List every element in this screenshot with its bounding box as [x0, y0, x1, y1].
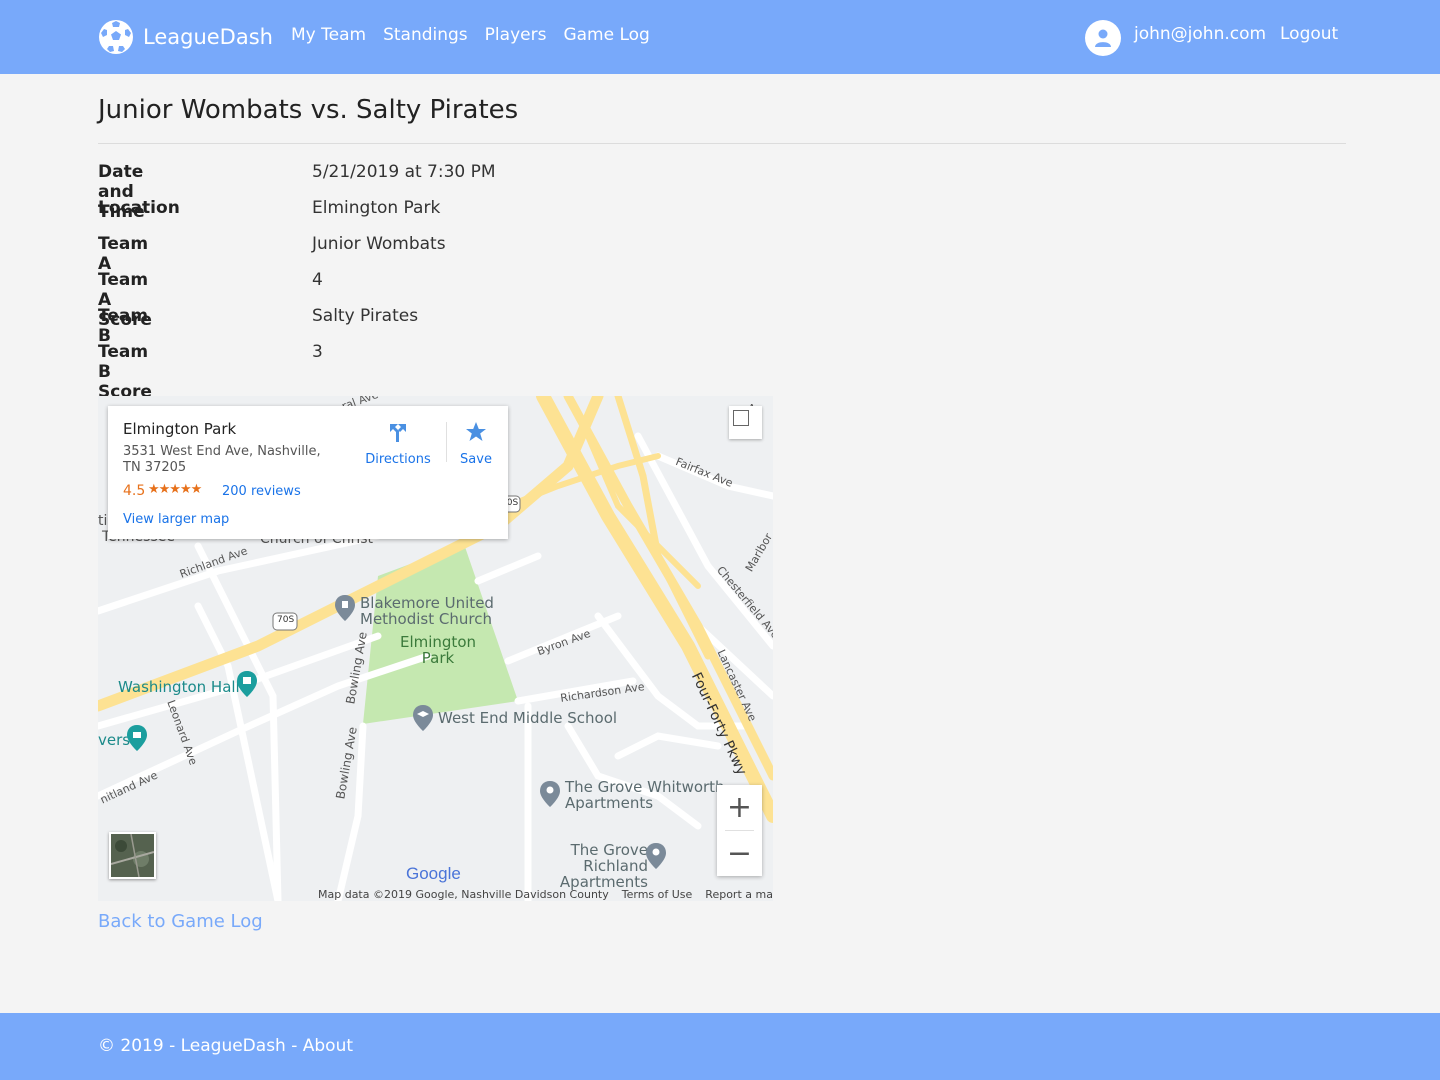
detail-value: Junior Wombats — [312, 234, 446, 254]
shop-pin-icon — [127, 725, 147, 751]
user-email: john@john.com — [1134, 24, 1267, 44]
apartment-pin-icon — [646, 843, 666, 869]
map-poi-label: Blakemore United Methodist Church — [360, 594, 494, 628]
church-pin-icon — [335, 595, 355, 621]
navbar: LeagueDash My Team Standings Players Gam… — [0, 0, 1440, 74]
detail-label: Team B Score — [98, 342, 152, 402]
reviews-link[interactable]: 200 reviews — [222, 484, 301, 499]
nav-game-log[interactable]: Game Log — [563, 25, 649, 45]
satellite-thumbnail-icon — [111, 834, 154, 877]
nav-players[interactable]: Players — [485, 25, 547, 45]
user-icon — [1095, 29, 1111, 47]
view-larger-map-link[interactable]: View larger map — [123, 512, 229, 527]
map-poi-label: Washington Hall — [118, 678, 240, 696]
footer-text: © 2019 - LeagueDash - About — [98, 1036, 353, 1056]
save-label[interactable]: Save — [458, 452, 494, 467]
detail-label: Team B — [98, 306, 149, 346]
zoom-in-button[interactable]: + — [717, 785, 762, 830]
map-data-text: Map data ©2019 Google, Nashville Davidso… — [318, 888, 609, 901]
copyright: © 2019 - LeagueDash - — [98, 1036, 303, 1056]
soccer-ball-icon — [99, 20, 133, 54]
brand[interactable]: LeagueDash — [98, 19, 273, 55]
save-button[interactable]: Save — [458, 420, 494, 467]
divider — [98, 143, 1346, 144]
detail-value: 5/21/2019 at 7:30 PM — [312, 162, 496, 182]
directions-icon — [390, 424, 406, 442]
apartment-pin-icon — [540, 781, 560, 807]
user-avatar — [1085, 20, 1121, 56]
detail-label: Location — [98, 198, 180, 218]
detail-value: Salty Pirates — [312, 306, 419, 326]
back-to-game-log-link[interactable]: Back to Game Log — [98, 911, 263, 932]
map-poi-label: The Grove Whitworth Apartments — [565, 778, 725, 812]
directions-label[interactable]: Directions — [363, 452, 433, 467]
fullscreen-button[interactable] — [729, 406, 762, 439]
zoom-controls: + − — [717, 785, 762, 876]
map-poi-label: The Grove Richland Apartments — [559, 841, 648, 891]
detail-value: Elmington Park — [312, 198, 441, 218]
place-rating: 4.5 — [123, 483, 146, 499]
map-poi-label: West End Middle School — [438, 709, 618, 727]
terms-of-use-link[interactable]: Terms of Use — [622, 888, 693, 901]
nav-my-team[interactable]: My Team — [291, 25, 366, 45]
about-link[interactable]: About — [303, 1036, 353, 1056]
place-info-card: Elmington Park 3531 West End Ave, Nashvi… — [108, 406, 508, 539]
map-attribution: Map data ©2019 Google, Nashville Davidso… — [318, 888, 773, 901]
rating-stars-icon: ★★★★★ — [148, 482, 202, 497]
brand-name[interactable]: LeagueDash — [143, 25, 273, 49]
directions-button[interactable]: Directions — [363, 420, 433, 467]
detail-value: 3 — [312, 342, 323, 362]
star-icon — [466, 422, 486, 441]
page-title: Junior Wombats vs. Salty Pirates — [98, 95, 519, 125]
zoom-out-button[interactable]: − — [717, 831, 762, 876]
nav-standings[interactable]: Standings — [383, 25, 468, 45]
satellite-toggle-button[interactable] — [109, 832, 156, 879]
nav-links: My Team Standings Players Game Log — [291, 25, 667, 45]
detail-value: 4 — [312, 270, 323, 290]
map-street-label: ti — [98, 513, 108, 529]
place-address: 3531 West End Ave, Nashville, TN 37205 — [123, 444, 321, 475]
place-name: Elmington Park — [123, 420, 237, 438]
embedded-map[interactable]: ral Ave Fairfax Ave A ti Tennessee Churc… — [98, 396, 773, 901]
landmark-pin-icon — [237, 671, 257, 697]
detail-label: Team A — [98, 234, 149, 274]
map-poi-label: Elmington Park — [399, 633, 477, 667]
logout-link[interactable]: Logout — [1280, 24, 1338, 44]
google-logo: Google — [406, 864, 461, 883]
report-map-error-link[interactable]: Report a map error — [705, 888, 773, 901]
school-pin-icon — [413, 705, 433, 731]
divider — [446, 422, 447, 462]
fullscreen-icon — [733, 410, 749, 426]
footer: © 2019 - LeagueDash - About — [0, 1013, 1440, 1080]
route-shield: 70S — [277, 615, 295, 625]
